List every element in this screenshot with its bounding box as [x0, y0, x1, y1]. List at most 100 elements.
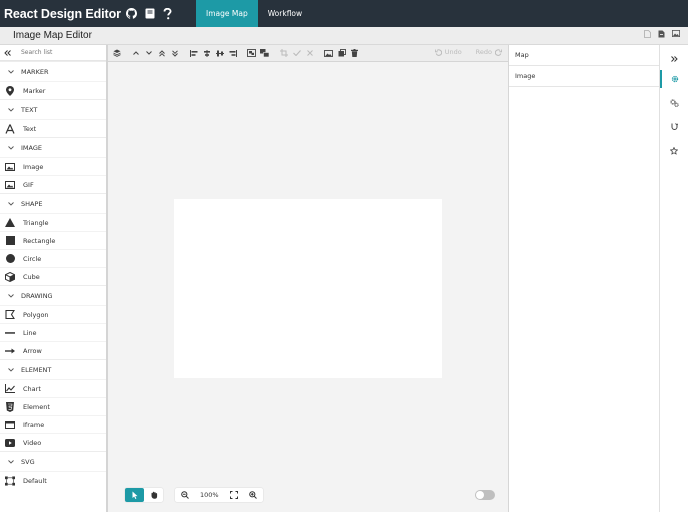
list-item-text[interactable]: Text	[0, 119, 106, 137]
window-icon	[5, 420, 15, 430]
crop-icon[interactable]	[277, 47, 290, 60]
list-item-gif[interactable]: GIF	[0, 175, 106, 193]
selection-mode-button[interactable]	[125, 488, 144, 502]
send-to-back-icon[interactable]	[168, 47, 181, 60]
search-input[interactable]	[21, 49, 101, 56]
list-item-arrow[interactable]: Arrow	[0, 341, 106, 359]
chevron-down-icon	[8, 459, 14, 464]
item-label: Chart	[23, 384, 41, 393]
list-item-iframe[interactable]: Iframe	[0, 415, 106, 433]
zoom-level[interactable]: 100%	[194, 488, 225, 502]
list-item-polygon[interactable]: Polygon	[0, 305, 106, 323]
github-icon[interactable]	[125, 8, 137, 19]
collapse-left-icon[interactable]	[4, 49, 11, 56]
list-item-image[interactable]: Image	[0, 157, 106, 175]
cube-icon	[5, 271, 15, 282]
category-element[interactable]: ELEMENT	[0, 359, 106, 379]
category-drawing[interactable]: DRAWING	[0, 285, 106, 305]
item-label: Triangle	[23, 218, 49, 227]
file-download-icon[interactable]	[658, 30, 665, 38]
grab-mode-button[interactable]	[144, 488, 163, 502]
document-icon[interactable]	[644, 30, 651, 38]
check-icon[interactable]	[290, 47, 303, 60]
ungroup-icon[interactable]	[258, 47, 271, 60]
send-backward-icon[interactable]	[142, 47, 155, 60]
item-label: Arrow	[23, 346, 42, 355]
properties-panel: Map Image	[508, 45, 659, 512]
align-center-icon[interactable]	[200, 47, 213, 60]
category-svg[interactable]: SVG	[0, 451, 106, 471]
chevron-down-icon	[8, 69, 14, 74]
brand: React Design Editor	[0, 7, 196, 21]
top-bar: React Design Editor Image Map Workflow	[0, 0, 688, 27]
bring-forward-icon[interactable]	[129, 47, 142, 60]
expand-right-icon[interactable]	[660, 50, 688, 68]
list-item-circle[interactable]: Circle	[0, 249, 106, 267]
gears-icon[interactable]	[660, 94, 688, 112]
list-item-marker[interactable]: Marker	[0, 81, 106, 99]
clone-icon[interactable]	[335, 47, 348, 60]
item-label: GIF	[23, 180, 34, 189]
align-left-icon[interactable]	[187, 47, 200, 60]
canvas-area[interactable]: 100%	[108, 62, 508, 512]
item-label: Rectangle	[23, 236, 56, 245]
search-row	[0, 45, 106, 61]
zoom-out-button[interactable]	[175, 488, 194, 502]
star-settings-icon[interactable]	[660, 142, 688, 160]
layers-icon[interactable]	[110, 47, 123, 60]
align-middle-icon[interactable]	[213, 47, 226, 60]
list-item-element[interactable]: Element	[0, 397, 106, 415]
line-icon	[5, 328, 15, 338]
settings-gear-icon[interactable]	[660, 70, 688, 88]
list-item-rectangle[interactable]: Rectangle	[0, 231, 106, 249]
font-icon	[5, 123, 15, 134]
editor-title-bar: Image Map Editor	[0, 27, 688, 45]
tab-workflow[interactable]: Workflow	[258, 0, 312, 27]
category-label: DRAWING	[21, 291, 53, 300]
category-shape[interactable]: SHAPE	[0, 193, 106, 213]
right-icon-rail	[659, 45, 688, 512]
bring-to-front-icon[interactable]	[155, 47, 168, 60]
list-item-triangle[interactable]: Triangle	[0, 213, 106, 231]
close-icon[interactable]	[303, 47, 316, 60]
category-text[interactable]: TEXT	[0, 99, 106, 119]
panel-item-map[interactable]: Map	[509, 45, 659, 66]
item-label: Circle	[23, 254, 42, 263]
image-export-icon[interactable]	[322, 47, 335, 60]
category-marker[interactable]: MARKER	[0, 61, 106, 81]
list-item-cube[interactable]: Cube	[0, 267, 106, 285]
list-item-chart[interactable]: Chart	[0, 379, 106, 397]
triangle-icon	[5, 218, 15, 228]
top-nav: Image Map Workflow	[196, 0, 312, 27]
group-icon[interactable]	[245, 47, 258, 60]
html5-icon	[5, 401, 15, 412]
item-label: Image	[23, 162, 44, 171]
preview-toggle[interactable]	[475, 490, 495, 500]
undo-button[interactable]: Undo	[434, 48, 462, 56]
video-icon	[5, 438, 15, 448]
zoom-in-button[interactable]	[244, 488, 263, 502]
item-label: Marker	[23, 86, 46, 95]
align-right-icon[interactable]	[226, 47, 239, 60]
circle-icon	[5, 254, 15, 264]
panel-item-image[interactable]: Image	[509, 66, 659, 87]
redo-button[interactable]: Redo	[476, 48, 502, 56]
list-item-video[interactable]: Video	[0, 433, 106, 451]
animation-icon[interactable]	[660, 118, 688, 136]
image-icon[interactable]	[672, 30, 680, 38]
item-label: Video	[23, 438, 42, 447]
fit-screen-button[interactable]	[225, 488, 244, 502]
category-image[interactable]: IMAGE	[0, 137, 106, 157]
category-label: ELEMENT	[21, 365, 52, 374]
trash-icon[interactable]	[348, 47, 361, 60]
chevron-down-icon	[8, 201, 14, 206]
workarea[interactable]	[174, 199, 442, 378]
help-icon[interactable]	[163, 7, 172, 20]
book-icon[interactable]	[145, 8, 155, 19]
interaction-mode-group	[125, 488, 163, 502]
category-label: TEXT	[21, 105, 38, 114]
tab-image-map[interactable]: Image Map	[196, 0, 258, 27]
list-item-line[interactable]: Line	[0, 323, 106, 341]
page-title: Image Map Editor	[13, 30, 92, 41]
list-item-default[interactable]: Default	[0, 471, 106, 489]
